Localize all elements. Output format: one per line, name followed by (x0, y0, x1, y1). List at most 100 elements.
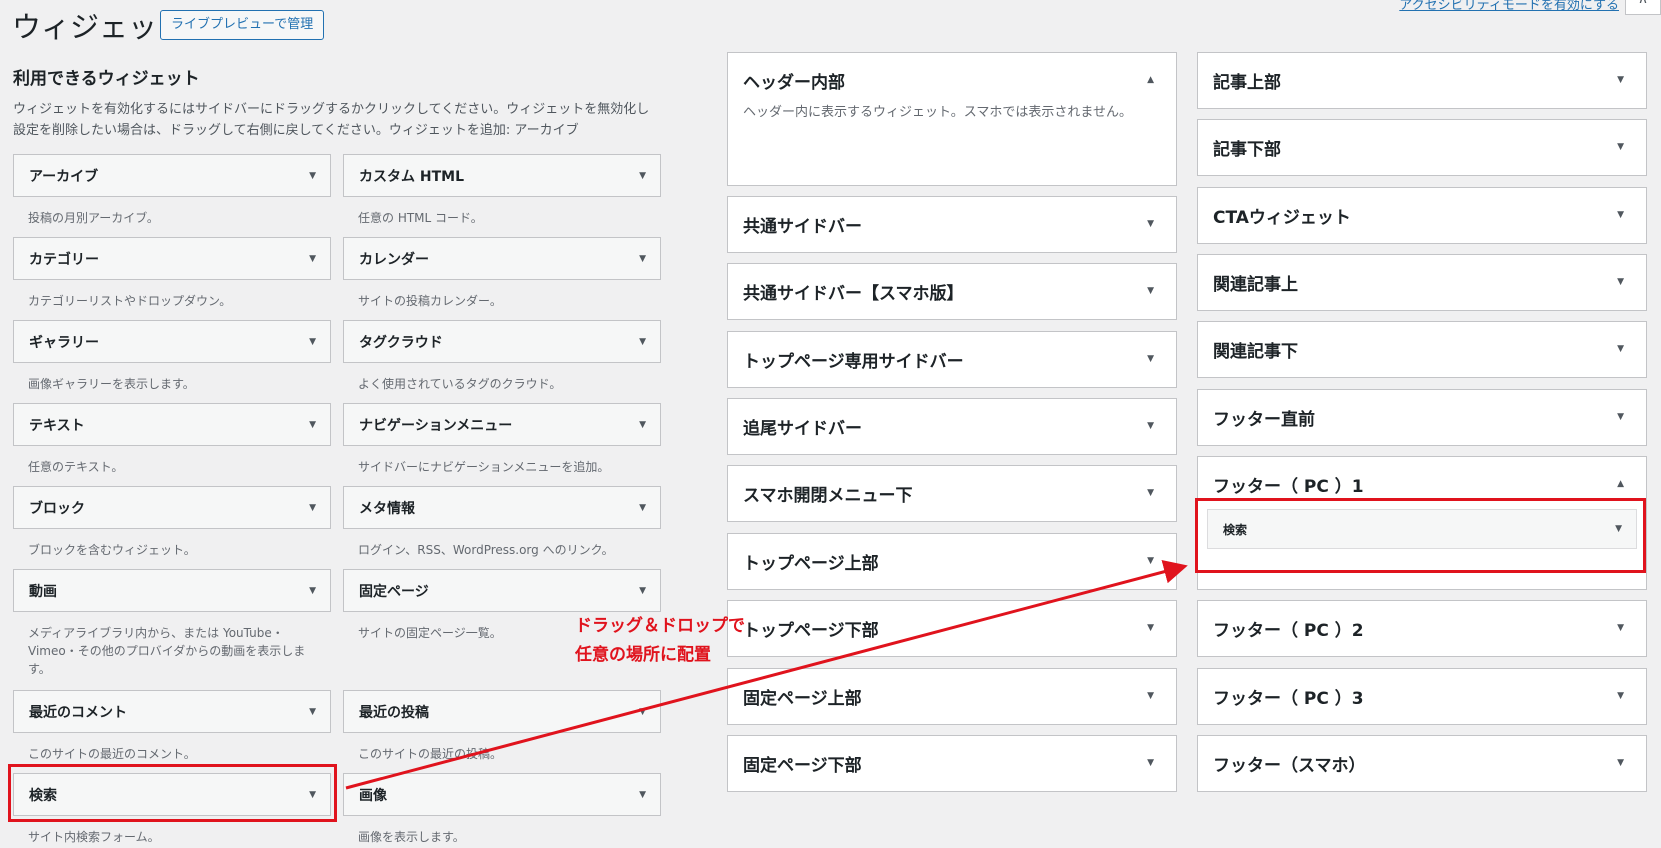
chevron-down-icon[interactable]: ▼ (1617, 691, 1624, 701)
accessibility-mode-link[interactable]: アクセシビリティモードを有効にする (1399, 0, 1619, 13)
chevron-down-icon[interactable]: ▼ (309, 420, 316, 430)
chevron-down-icon[interactable]: ▼ (639, 503, 646, 513)
chevron-down-icon[interactable]: ▼ (309, 503, 316, 513)
widget-custom-html[interactable]: カスタム HTML ▼ 任意の HTML コード。 (343, 154, 661, 227)
chevron-down-icon[interactable]: ▼ (1617, 412, 1624, 422)
chevron-down-icon[interactable]: ▼ (639, 337, 646, 347)
sidebar-title: 関連記事下 (1213, 341, 1298, 362)
widget-description: メディアライブラリ内から、または YouTube・Vimeo・その他のプロバイダ… (28, 626, 306, 676)
widget-name: 画像 (359, 787, 387, 804)
available-widgets-description: ウィジェットを有効化するにはサイドバーにドラッグするかクリックしてください。ウィ… (13, 99, 653, 141)
chevron-down-icon[interactable]: ▼ (1147, 488, 1154, 498)
chevron-down-icon[interactable]: ▼ (1147, 219, 1154, 229)
source-highlight-box (8, 764, 337, 822)
chevron-down-icon[interactable]: ▼ (1147, 758, 1154, 768)
widget-meta[interactable]: メタ情報 ▼ ログイン、RSS、WordPress.org へのリンク。 (343, 486, 661, 559)
sidebar-title: 関連記事上 (1213, 274, 1298, 295)
chevron-down-icon[interactable]: ▼ (639, 420, 646, 430)
chevron-down-icon[interactable]: ▼ (1617, 623, 1624, 633)
sidebar-footer-pc-3[interactable]: フッター（ PC ）3 ▼ (1197, 668, 1647, 725)
widget-description: ログイン、RSS、WordPress.org へのリンク。 (358, 543, 614, 557)
chevron-down-icon[interactable]: ▼ (1617, 277, 1624, 287)
chevron-up-icon[interactable]: ▲ (1147, 75, 1154, 85)
description-line-1: ウィジェットを有効化するにはサイドバーにドラッグするかクリックしてください。ウィ… (13, 102, 650, 117)
sidebar-footer-pc-2[interactable]: フッター（ PC ）2 ▼ (1197, 600, 1647, 657)
widget-tag-cloud[interactable]: タグクラウド ▼ よく使用されているタグのクラウド。 (343, 320, 661, 393)
annotation-line-1: ドラッグ＆ドロップで (575, 616, 745, 636)
sidebar-title: フッター（ PC ）1 (1213, 476, 1364, 497)
chevron-down-icon[interactable]: ▼ (1147, 286, 1154, 296)
widget-block[interactable]: ブロック ▼ ブロックを含むウィジェット。 (13, 486, 331, 559)
sidebar-related-top[interactable]: 関連記事上 ▼ (1197, 254, 1647, 311)
drag-drop-annotation: ドラッグ＆ドロップで 任意の場所に配置 (575, 612, 745, 670)
sidebar-title: 固定ページ下部 (743, 755, 862, 776)
sidebar-title: 共通サイドバー【スマホ版】 (743, 283, 964, 304)
chevron-down-icon[interactable]: ▼ (1617, 142, 1624, 152)
sidebar-title: 共通サイドバー (743, 216, 862, 237)
chevron-down-icon[interactable]: ▼ (1147, 691, 1154, 701)
chevron-down-icon[interactable]: ▼ (1147, 421, 1154, 431)
sidebar-page-lower[interactable]: 固定ページ下部 ▼ (727, 735, 1177, 792)
sidebar-top-page-lower[interactable]: トップページ下部 ▼ (727, 600, 1177, 657)
widget-description: 画像を表示します。 (358, 830, 465, 844)
sidebar-page-upper[interactable]: 固定ページ上部 ▼ (727, 668, 1177, 725)
sidebar-title: フッター直前 (1213, 409, 1315, 430)
widget-archive[interactable]: アーカイブ ▼ 投稿の月別アーカイブ。 (13, 154, 331, 227)
widget-name: カスタム HTML (359, 168, 464, 185)
widget-video[interactable]: 動画 ▼ メディアライブラリ内から、または YouTube・Vimeo・その他のプ… (13, 569, 331, 678)
widget-description: このサイトの最近の投稿。 (358, 747, 503, 761)
sidebar-footer-mobile[interactable]: フッター（スマホ） ▼ (1197, 735, 1647, 792)
widget-name: 固定ページ (359, 583, 429, 600)
chevron-down-icon[interactable]: ▼ (1617, 758, 1624, 768)
sidebar-title: ヘッダー内部 (743, 72, 845, 93)
sidebar-header-inner[interactable]: ヘッダー内部 ▲ ヘッダー内に表示するウィジェット。スマホでは表示されません。 (727, 52, 1177, 186)
sidebar-common-mobile[interactable]: 共通サイドバー【スマホ版】 ▼ (727, 263, 1177, 320)
widget-name: タグクラウド (359, 334, 443, 351)
chevron-down-icon[interactable]: ▼ (1147, 623, 1154, 633)
chevron-down-icon[interactable]: ▼ (309, 586, 316, 596)
sidebar-article-top[interactable]: 記事上部 ▼ (1197, 52, 1647, 109)
screen-options-toggle[interactable]: ∧ (1625, 0, 1661, 15)
sidebar-top-page[interactable]: トップページ専用サイドバー ▼ (727, 331, 1177, 388)
chevron-down-icon[interactable]: ▼ (309, 171, 316, 181)
sidebar-article-bottom[interactable]: 記事下部 ▼ (1197, 119, 1647, 176)
widget-description: サイトの投稿カレンダー。 (358, 294, 502, 308)
sidebar-related-bottom[interactable]: 関連記事下 ▼ (1197, 321, 1647, 378)
sidebar-common[interactable]: 共通サイドバー ▼ (727, 196, 1177, 253)
widget-text[interactable]: テキスト ▼ 任意のテキスト。 (13, 403, 331, 476)
live-preview-button[interactable]: ライブプレビューで管理 (160, 10, 325, 40)
widget-image[interactable]: 画像 ▼ 画像を表示します。 (343, 773, 661, 846)
widget-category[interactable]: カテゴリー ▼ カテゴリーリストやドロップダウン。 (13, 237, 331, 310)
chevron-down-icon[interactable]: ▼ (309, 254, 316, 264)
chevron-down-icon[interactable]: ▼ (309, 337, 316, 347)
chevron-down-icon[interactable]: ▼ (1617, 210, 1624, 220)
chevron-up-icon[interactable]: ▲ (1617, 479, 1624, 489)
chevron-down-icon[interactable]: ▼ (639, 586, 646, 596)
chevron-down-icon[interactable]: ▼ (1147, 556, 1154, 566)
sidebar-title: フッター（ PC ）2 (1213, 620, 1364, 641)
sidebar-top-page-upper[interactable]: トップページ上部 ▼ (727, 533, 1177, 590)
widget-name: ブロック (29, 500, 85, 517)
sidebar-cta[interactable]: CTAウィジェット ▼ (1197, 187, 1647, 244)
widget-navigation-menu[interactable]: ナビゲーションメニュー ▼ サイドバーにナビゲーションメニューを追加。 (343, 403, 661, 476)
widget-recent-comments[interactable]: 最近のコメント ▼ このサイトの最近のコメント。 (13, 690, 331, 763)
chevron-down-icon[interactable]: ▼ (1147, 354, 1154, 364)
sidebar-before-footer[interactable]: フッター直前 ▼ (1197, 389, 1647, 446)
chevron-down-icon[interactable]: ▼ (639, 171, 646, 181)
widget-recent-posts[interactable]: 最近の投稿 ▼ このサイトの最近の投稿。 (343, 690, 661, 763)
chevron-down-icon[interactable]: ▼ (639, 254, 646, 264)
chevron-down-icon[interactable]: ▼ (1617, 75, 1624, 85)
chevron-down-icon[interactable]: ▼ (639, 790, 646, 800)
chevron-down-icon[interactable]: ▼ (309, 707, 316, 717)
sidebar-mobile-menu-bottom[interactable]: スマホ開閉メニュー下 ▼ (727, 465, 1177, 522)
widget-name: アーカイブ (29, 168, 99, 185)
chevron-down-icon[interactable]: ▼ (1617, 344, 1624, 354)
widget-calendar[interactable]: カレンダー ▼ サイトの投稿カレンダー。 (343, 237, 661, 310)
widget-gallery[interactable]: ギャラリー ▼ 画像ギャラリーを表示します。 (13, 320, 331, 393)
chevron-down-icon[interactable]: ▼ (639, 707, 646, 717)
available-widgets-title: 利用できるウィジェット (13, 69, 200, 89)
widget-name: メタ情報 (359, 500, 415, 517)
widget-description: サイドバーにナビゲーションメニューを追加。 (358, 460, 610, 474)
widget-name: テキスト (29, 417, 85, 434)
sidebar-sticky[interactable]: 追尾サイドバー ▼ (727, 398, 1177, 455)
